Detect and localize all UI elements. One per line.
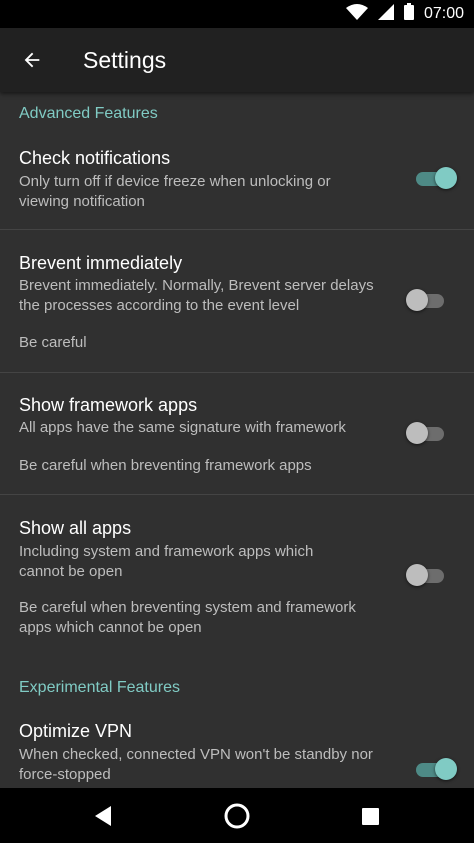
wifi-icon (345, 3, 368, 25)
battery-icon (403, 3, 414, 25)
pref-note: Be careful when breventing system and fr… (19, 599, 356, 636)
switch-thumb (406, 564, 428, 586)
divider (0, 494, 474, 495)
show-all-apps-switch[interactable] (406, 564, 448, 586)
divider (0, 372, 474, 373)
brevent-immediately-switch[interactable] (406, 289, 448, 311)
nav-back-button[interactable] (86, 798, 122, 834)
arrow-back-icon (24, 52, 40, 68)
switch-thumb (435, 758, 457, 780)
category-advanced-features: Advanced Features (19, 105, 158, 122)
pref-title: Optimize VPN (19, 721, 133, 741)
pref-summary: All apps have the same signature with fr… (19, 419, 346, 436)
pref-summary: Including system and framework apps whic… (19, 543, 314, 580)
pref-title: Brevent immediately (19, 253, 183, 273)
status-time: 07:00 (423, 5, 464, 22)
pref-title: Show framework apps (19, 395, 198, 415)
back-button[interactable] (14, 42, 50, 78)
pref-summary: Only turn off if device freeze when unlo… (19, 173, 331, 210)
signal-icon (377, 3, 394, 25)
switch-thumb (406, 422, 428, 444)
settings-list[interactable]: Advanced Features Check notifications On… (0, 92, 474, 788)
category-experimental-features: Experimental Features (19, 679, 180, 696)
page-title: Settings (83, 47, 167, 73)
show-framework-apps-switch[interactable] (406, 422, 448, 444)
app-bar: Settings (0, 28, 474, 92)
switch-thumb (435, 167, 457, 189)
switch-thumb (406, 289, 428, 311)
status-bar: 07:00 (0, 0, 474, 28)
optimize-vpn-switch[interactable] (414, 758, 457, 780)
pref-note: Be careful when breventing framework app… (19, 457, 312, 474)
nav-recents-button[interactable] (352, 798, 388, 834)
check-notifications-switch[interactable] (414, 167, 457, 189)
pref-summary: Brevent immediately. Normally, Brevent s… (19, 277, 374, 314)
recents-square-icon (361, 807, 379, 825)
home-circle-icon (224, 803, 250, 829)
pref-title: Check notifications (19, 148, 171, 168)
back-triangle-icon (95, 806, 111, 826)
nav-home-button[interactable] (219, 798, 255, 834)
pref-summary: When checked, connected VPN won't be sta… (19, 746, 373, 783)
divider (0, 229, 474, 230)
pref-note: Be careful (19, 334, 87, 351)
navigation-bar (0, 788, 474, 843)
pref-title: Show all apps (19, 518, 132, 538)
